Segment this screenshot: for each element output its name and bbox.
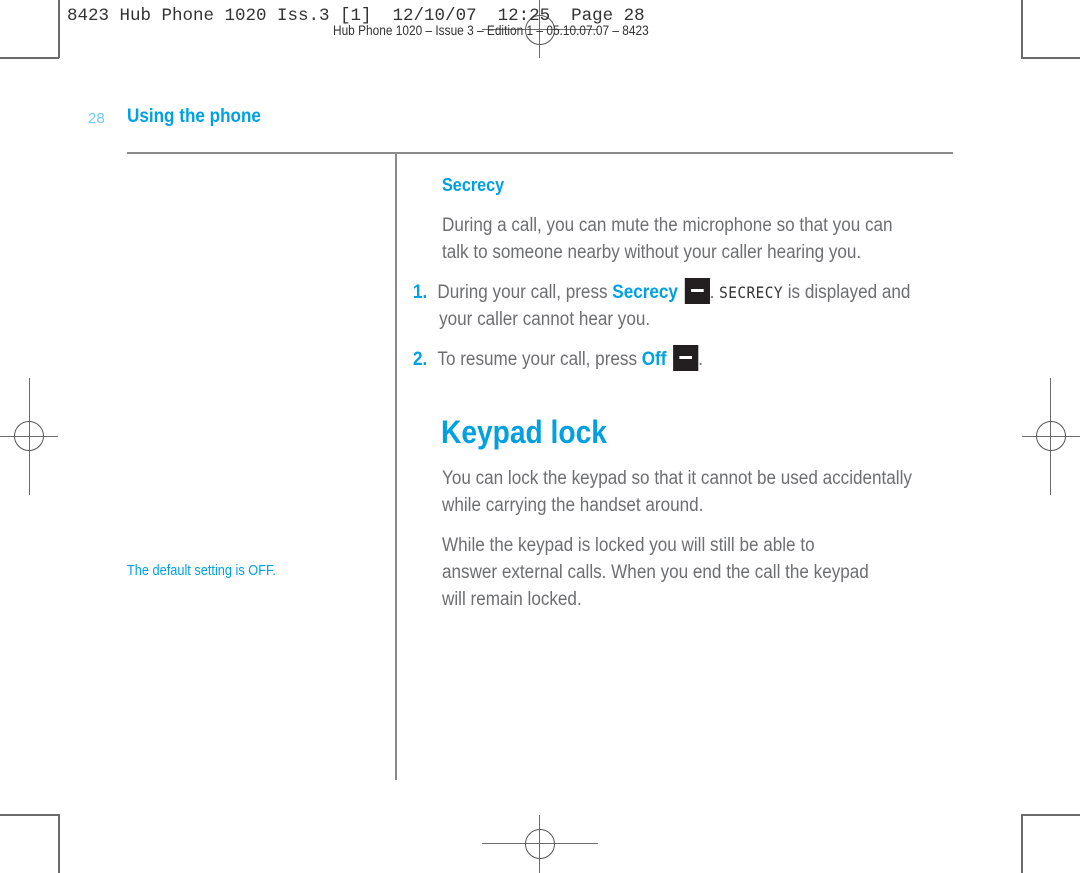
secrecy-intro: During a call, you can mute the micropho… (442, 212, 893, 266)
step-text: During your call, press (437, 282, 613, 303)
secrecy-step-1: 1. During your call, press Secrecy . SEC… (413, 278, 910, 333)
step-number: 1. (413, 282, 428, 303)
softkey-label-secrecy: Secrecy (612, 282, 678, 303)
keypad-lock-para-1-line-1: You can lock the keypad so that it canno… (442, 468, 912, 489)
secrecy-intro-line-2: talk to someone nearby without your call… (442, 242, 862, 263)
keypad-lock-para-2: While the keypad is locked you will stil… (442, 532, 869, 613)
section-title: Using the phone (127, 106, 261, 127)
keypad-lock-heading: Keypad lock (441, 414, 607, 450)
keypad-lock-para-2-line-1: While the keypad is locked you will stil… (442, 535, 815, 556)
sidebar-note: The default setting is OFF. (127, 563, 276, 579)
secrecy-intro-line-1: During a call, you can mute the micropho… (442, 215, 893, 236)
print-slug-edition: Hub Phone 1020 – Issue 3 – Edition 1 – 0… (333, 23, 649, 38)
step-text-after: . (698, 349, 703, 370)
step-text-separator: . (709, 282, 720, 303)
keypad-lock-para-2-line-3: will remain locked. (442, 589, 582, 610)
step-number: 2. (413, 349, 428, 370)
minus-softkey-icon (684, 278, 710, 304)
step-text-continued: your caller cannot hear you. (439, 309, 651, 330)
minus-softkey-icon (673, 345, 699, 371)
secrecy-heading: Secrecy (442, 175, 505, 195)
header-rule (127, 152, 953, 154)
page-number: 28 (88, 110, 105, 127)
keypad-lock-para-1: You can lock the keypad so that it canno… (442, 465, 912, 519)
step-text-after: is displayed and (783, 282, 911, 303)
keypad-lock-para-2-line-2: answer external calls. When you end the … (442, 562, 869, 583)
keypad-lock-para-1-line-2: while carrying the handset around. (442, 495, 704, 516)
display-text-secrecy: SECRECY (719, 283, 784, 302)
secrecy-step-2: 2. To resume your call, press Off . (413, 345, 703, 373)
step-text: To resume your call, press (437, 349, 642, 370)
column-divider (395, 153, 397, 780)
softkey-label-off: Off (641, 349, 667, 370)
